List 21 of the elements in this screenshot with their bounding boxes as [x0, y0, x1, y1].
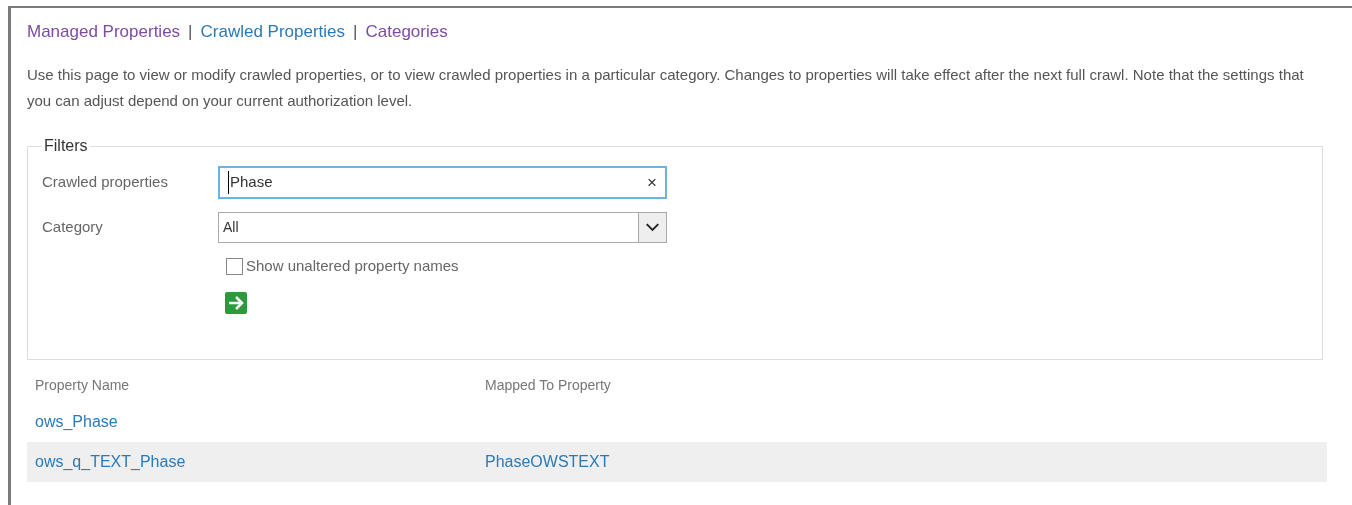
property-link[interactable]: ows_q_TEXT_Phase: [27, 450, 477, 474]
separator: |: [353, 21, 358, 44]
category-dropdown[interactable]: All: [218, 212, 667, 243]
search-field[interactable]: Phase ×: [218, 166, 667, 199]
field-label: Category: [42, 217, 104, 238]
nav-link[interactable]: Crawled Properties: [200, 19, 346, 45]
nav-link[interactable]: Managed Properties: [27, 19, 181, 45]
separator: |: [188, 21, 193, 44]
description-text: Use this page to view or modify crawled properties, or to view crawled properties in a particular category. Changes to properties will take effect after the next full crawl. Note that the settings that you can adjust depend on your current authorization level.: [27, 65, 1305, 111]
nav-link[interactable]: Categories: [365, 19, 448, 45]
field-label: Crawled properties: [42, 172, 169, 193]
clear-button[interactable]: ×: [647, 169, 657, 196]
column-header: Mapped To Property: [484, 375, 612, 395]
arrow-right-icon[interactable]: [225, 291, 247, 314]
property-link[interactable]: PhaseOWSTEXT: [477, 450, 877, 474]
property-link[interactable]: ows_Phase: [27, 410, 477, 434]
checkbox-label: Show unaltered property names: [246, 256, 459, 276]
filters-legend: Filters: [42, 134, 90, 158]
checkbox[interactable]: [226, 257, 243, 275]
chevron-down-icon: [638, 213, 666, 242]
column-header: Property Name: [34, 375, 131, 395]
